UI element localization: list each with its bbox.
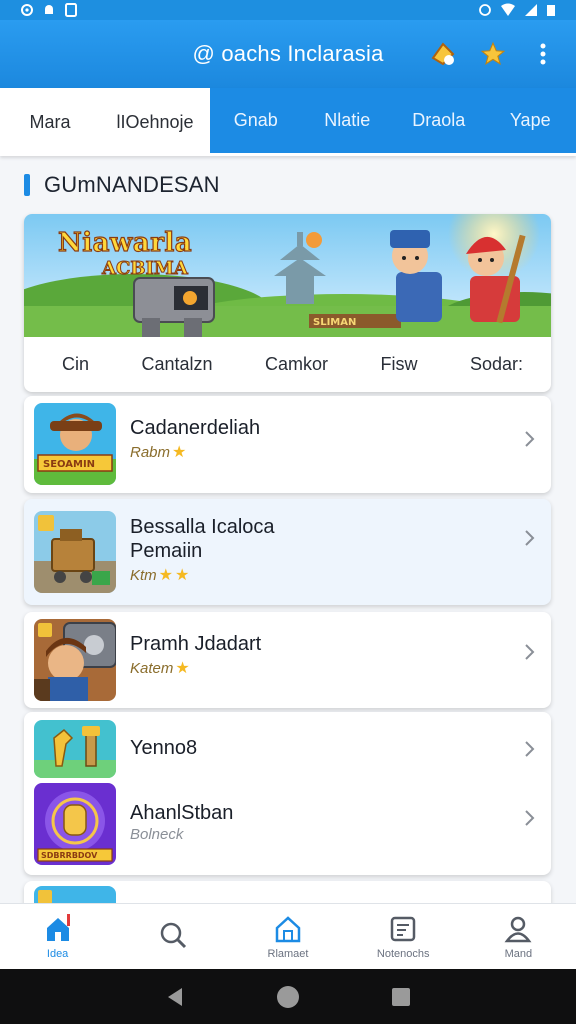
chevron-right-icon [525,810,535,826]
list-item[interactable]: SEOAMIN Cadanerdeliah Rabm ★ [24,396,551,493]
item-rating: Ktm ★ ★ [130,565,189,585]
banner-tabs: Cin Cantalzn Camkor Fisw Sodar: [24,337,551,392]
star-icon [480,41,506,65]
nav-profile[interactable]: Mand [461,904,576,969]
status-right [478,3,556,17]
item-thumbnail: SDBRRBDOV [34,783,116,865]
banner-subtitle: ACBIMA [102,258,189,280]
rating-text: Katem [130,659,174,677]
item-thumbnail [34,511,116,593]
nav-label: Idea [46,947,69,960]
more-vert-icon [540,43,546,65]
chevron-right-icon [525,431,535,447]
star-icon: ★ [175,567,190,584]
item-rating: Rabm ★ [130,442,186,462]
category-tabs: Mara lIOehnoje Gnab Nlatie Draola Yape [0,88,576,156]
chevron-right-icon [525,644,535,660]
status-left [20,3,78,17]
nav-notes[interactable]: Notenochs [346,904,461,969]
item-thumbnail: SEOAMIN [34,403,116,485]
coin-icon [431,42,455,66]
item-title: Cadanerdeliah [130,417,261,439]
coin-button[interactable] [428,39,458,69]
banner-tab-sodar[interactable]: Sodar: [470,354,523,375]
more-button[interactable] [528,39,558,69]
thumb-label-text: SDBRRBDOV [41,851,98,860]
tab-nlatie[interactable]: Nlatie [302,88,394,153]
item-thumbnail [34,720,116,778]
item-title[interactable]: AhanlStban [130,801,233,825]
section-title: GUmNANDESAN [44,172,220,197]
thumb-label-text: SEOAMIN [43,459,95,470]
banner-sign-text: SLIMAN [313,317,356,328]
chevron-right-icon [525,530,535,546]
item-title: Pramh Jdadart [130,633,262,655]
bottom-navigation: Idea Rlamaet Notenochs Mand [0,903,576,969]
search-icon [160,922,186,948]
notes-icon [390,916,416,941]
nav-search[interactable] [115,904,230,969]
recents-icon[interactable] [390,986,412,1008]
banner-title: Niawarla [57,228,193,258]
sim-icon [65,3,77,17]
home-circle-icon[interactable] [275,984,301,1010]
nav-market[interactable]: Rlamaet [230,904,345,969]
tab-group-selected: Gnab Nlatie Draola Yape [210,88,576,156]
chevron-right-icon [525,741,535,757]
profile-icon [504,916,532,942]
banner-tab-fisw[interactable]: Fisw [380,354,417,375]
home-icon [46,913,70,941]
app-title: @ oachs Inclarasia [192,41,384,66]
shop-icon [275,915,301,942]
nav-home[interactable]: Idea [0,904,115,969]
subtitle-text: Bolneck [130,826,184,843]
tab-gnab[interactable]: Gnab [210,88,302,153]
banner-tab-cantalzn[interactable]: Cantalzn [141,354,212,375]
section-accent-bar [24,174,30,196]
item-thumbnail [34,619,116,701]
status-bar [0,0,576,20]
tab-draola[interactable]: Draola [393,88,485,153]
tab-lioehnoje[interactable]: lIOehnoje [100,88,210,156]
item-rating: Katem ★ [130,658,190,678]
star-icon: ★ [158,567,174,584]
item-title[interactable]: Yenno8 [130,736,197,760]
banner-tab-camkor[interactable]: Camkor [265,354,328,375]
settings-icon [21,4,33,16]
app-bar: @ oachs Inclarasia [0,20,576,88]
list-item-group: Yenno8 SDBRRBDOV AhanlStban Bolneck [24,712,551,875]
banner-tab-cin[interactable]: Cin [62,354,89,375]
star-icon: ★ [175,660,190,677]
featured-banner[interactable]: SLIMAN Niawarla ACBIMA Cin Cantalzn Camk… [24,214,551,392]
item-subtitle: Bolneck [130,826,183,843]
nav-label: Notenochs [376,947,430,960]
star-icon: ★ [172,444,187,461]
wifi-icon [501,3,515,16]
tab-mara[interactable]: Mara [0,88,100,156]
section-header: GUmNANDESAN [24,170,220,200]
nav-label: Mand [504,947,533,960]
back-icon[interactable] [164,986,186,1008]
alarm-icon [479,4,491,16]
item-title: Bessalla Icaloca [130,516,275,538]
battery-icon [547,5,555,16]
item-title-line2: Pemaiin [130,540,203,562]
favorite-button[interactable] [478,39,508,69]
rating-text: Ktm [130,566,157,584]
nav-label: Rlamaet [267,947,309,960]
tab-yape[interactable]: Yape [485,88,576,153]
rating-text: Rabm [130,443,171,461]
list-item[interactable]: Pramh Jdadart Katem ★ [24,612,551,708]
notification-icon [45,5,53,14]
list-item[interactable]: Bessalla Icaloca Pemaiin Ktm ★ ★ [24,499,551,605]
character-right-illustration [466,234,526,324]
app-actions [428,20,558,88]
system-navigation-bar [0,969,576,1024]
signal-icon [525,4,537,16]
